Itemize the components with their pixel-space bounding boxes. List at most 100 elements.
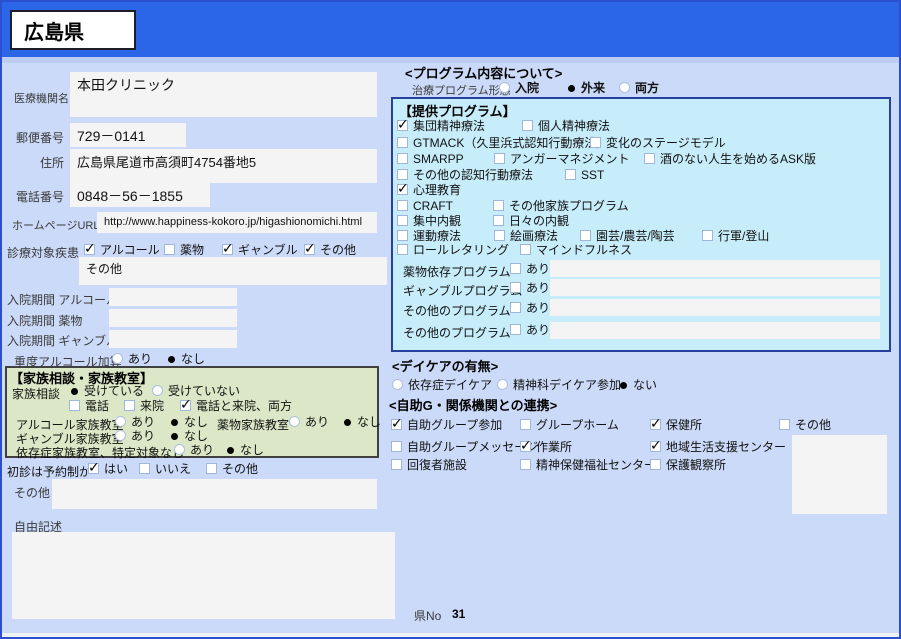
checkbox-icon <box>69 400 80 411</box>
radio-nonspecific-class-ari[interactable]: あり <box>174 443 214 457</box>
other-program2-field[interactable] <box>550 322 880 339</box>
radio-icon <box>112 353 123 364</box>
checkbox-daily-naikan[interactable]: 日々の内観 <box>493 214 569 228</box>
radio-consult-no[interactable]: 受けていない <box>152 384 240 398</box>
checkbox-gamble-program-ari[interactable]: あり <box>510 281 550 295</box>
radio-drug-class-nashi[interactable]: なし <box>341 415 381 429</box>
checkbox-drug[interactable]: 薬物 <box>164 243 204 257</box>
homepage-url-field[interactable]: http://www.happiness-kokoro.jp/higashion… <box>97 212 377 233</box>
checkbox-individual-psychotherapy[interactable]: 個人精神療法 <box>522 119 610 133</box>
checkbox-alcohol[interactable]: アルコール <box>84 241 160 257</box>
checkbox-community-support-center[interactable]: 地域生活支援センター <box>650 438 787 454</box>
firstvisit-other-field[interactable] <box>52 479 377 509</box>
free-text-area[interactable] <box>12 532 395 619</box>
radio-drug-class-ari[interactable]: あり <box>289 415 329 429</box>
checkbox-anger-management[interactable]: アンガーマネジメント <box>494 152 630 166</box>
checkbox-icon <box>644 153 655 164</box>
hosp-alcohol-field[interactable] <box>109 288 237 306</box>
checkbox-role-lettering[interactable]: ロールレタリング <box>397 243 509 257</box>
checkbox-probation-office[interactable]: 保護観察所 <box>650 458 726 472</box>
radio-gamble-class-ari[interactable]: あり <box>115 429 155 443</box>
checkbox-sst[interactable]: SST <box>565 168 604 182</box>
checkbox-icon <box>520 459 531 470</box>
checkbox-label: 地域生活支援センター <box>666 440 787 454</box>
checkbox-firstvisit-no[interactable]: いいえ <box>139 462 191 476</box>
checkbox-other-disease[interactable]: その他 <box>304 241 356 257</box>
checkbox-icon <box>397 181 409 195</box>
checkbox-icon <box>164 244 175 255</box>
checkbox-icon <box>139 463 150 474</box>
checkbox-label: 電話と来院、両方 <box>196 399 293 413</box>
radio-icon <box>168 430 179 441</box>
checkbox-label: あり <box>526 323 551 337</box>
checkbox-firstvisit-other[interactable]: その他 <box>206 462 258 476</box>
checkbox-ask-version[interactable]: 酒のない人生を始めるASK版 <box>644 152 816 166</box>
checkbox-consult-both[interactable]: 電話と来院、両方 <box>180 397 293 413</box>
phone-field[interactable]: 0848－56－1855 <box>70 183 210 207</box>
radio-icon <box>168 416 179 427</box>
other-program1-field[interactable] <box>550 299 880 316</box>
checkbox-icon <box>397 215 408 226</box>
postal-field[interactable]: 729－0141 <box>70 123 186 147</box>
checkbox-other-program1-ari[interactable]: あり <box>510 301 550 315</box>
checkbox-other-cbt[interactable]: その他の認知行動療法 <box>397 168 533 182</box>
radio-consult-yes[interactable]: 受けている <box>68 384 144 398</box>
checkbox-mindfulness[interactable]: マインドフルネス <box>520 243 632 257</box>
hosp-drug-field[interactable] <box>109 309 237 327</box>
radio-severe-nashi[interactable]: なし <box>165 352 205 366</box>
checkbox-mental-health-welfare-center[interactable]: 精神保健福祉センター <box>520 458 656 472</box>
radio-nonspecific-class-nashi[interactable]: なし <box>224 443 264 457</box>
checkbox-recovery-facility[interactable]: 回復者施設 <box>391 458 467 472</box>
postal-label: 郵便番号 <box>16 131 65 145</box>
radio-icon <box>174 444 185 455</box>
checkbox-icon <box>124 400 135 411</box>
checkbox-health-center[interactable]: 保健所 <box>650 416 702 432</box>
radio-addiction-daycare[interactable]: 依存症デイケア <box>392 378 492 392</box>
radio-form-outpatient[interactable]: 外来 <box>565 81 605 95</box>
radio-psychiatric-daycare[interactable]: 精神科デイケア参加 <box>497 378 621 392</box>
address-field[interactable]: 広島県尾道市高須町4754番地5 <box>70 149 377 183</box>
radio-icon <box>565 82 576 93</box>
checkbox-drug-program-ari[interactable]: あり <box>510 262 551 276</box>
cooperation-other-field[interactable] <box>792 435 887 514</box>
checkbox-craft[interactable]: CRAFT <box>397 199 453 213</box>
checkbox-gtmack[interactable]: GTMACK（久里浜式認知行動療法） <box>397 136 608 150</box>
checkbox-icon <box>580 230 591 241</box>
radio-severe-ari[interactable]: あり <box>112 352 152 366</box>
checkbox-firstvisit-yes[interactable]: はい <box>88 460 128 476</box>
checkbox-psychoeducation[interactable]: 心理教育 <box>397 181 462 197</box>
hosp-gamble-field[interactable] <box>109 330 237 348</box>
drug-program-field[interactable] <box>550 260 880 277</box>
gamble-program-field[interactable] <box>550 279 880 296</box>
checkbox-stage-model[interactable]: 変化のステージモデル <box>590 136 726 150</box>
checkbox-self-help-group[interactable]: 自助グループ参加 <box>391 416 502 432</box>
checkbox-other-family-program[interactable]: その他家族プログラム <box>493 199 629 213</box>
radio-form-inpatient[interactable]: 入院 <box>499 81 539 95</box>
checkbox-other-program2-ari[interactable]: あり <box>510 323 551 337</box>
checkbox-coop-other[interactable]: その他 <box>779 418 831 432</box>
checkbox-workshop[interactable]: 作業所 <box>520 438 573 454</box>
radio-no-daycare[interactable]: ない <box>617 378 657 392</box>
radio-icon <box>224 444 235 455</box>
checkbox-group-psychotherapy[interactable]: 集団精神療法 <box>397 117 485 133</box>
family-consult-label: 家族相談 <box>12 387 61 401</box>
checkbox-group-home[interactable]: グループホーム <box>520 418 619 432</box>
checkbox-consult-phone[interactable]: 電話 <box>69 399 109 413</box>
checkbox-intensive-naikan[interactable]: 集中内観 <box>397 214 461 228</box>
pref-no-value: 31 <box>452 607 466 621</box>
checkbox-consult-visit[interactable]: 来院 <box>124 399 164 413</box>
checkbox-icon <box>494 230 505 241</box>
disease-other-field[interactable]: その他 <box>79 257 387 285</box>
checkbox-label: あり <box>526 262 551 276</box>
checkbox-label: 作業所 <box>536 440 573 454</box>
hosp-drug-label: 入院期間 薬物 <box>7 314 83 328</box>
checkbox-gambling[interactable]: ギャンブル <box>222 241 298 257</box>
clinic-name-field[interactable]: 本田クリニック <box>70 72 377 117</box>
radio-form-both[interactable]: 両方 <box>619 81 659 95</box>
checkbox-label: 心理教育 <box>413 183 462 197</box>
bottom-strip <box>2 633 899 637</box>
checkbox-marching[interactable]: 行軍/登山 <box>702 229 769 243</box>
checkbox-smarpp[interactable]: SMARPP <box>397 152 464 166</box>
checkbox-self-help-message[interactable]: 自助グループメッセージ <box>391 440 538 454</box>
radio-icon <box>165 353 176 364</box>
